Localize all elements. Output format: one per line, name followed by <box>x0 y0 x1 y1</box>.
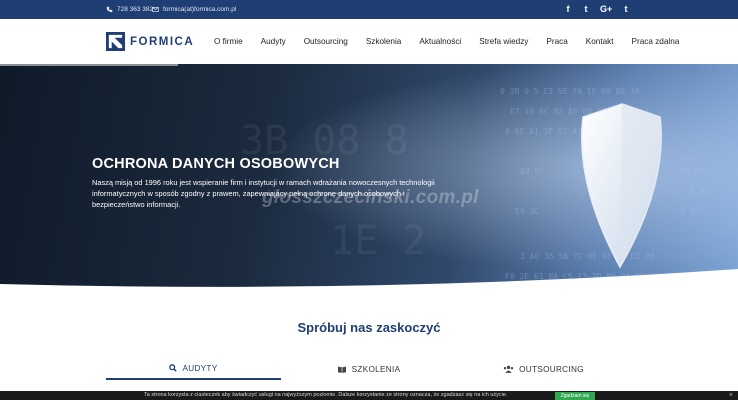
email-address: formica(at)formica.com.pl <box>163 6 237 13</box>
nav-audyty[interactable]: Audyty <box>261 37 286 46</box>
phone-contact[interactable]: 728 363 382 <box>106 6 153 13</box>
hero-banner: 0 3B 0 5 C3 5E 7A 1F 09 B8 3A E7 19 0C 8… <box>0 64 738 296</box>
tab-outsourcing[interactable]: OUTSOURCING <box>456 358 631 380</box>
nav-o-firmie[interactable]: O firmie <box>214 37 243 46</box>
nav-szkolenia[interactable]: Szkolenia <box>366 37 402 46</box>
formica-logo-icon <box>106 32 125 51</box>
hero-title: OCHRONA DANYCH OSOBOWYCH <box>92 156 340 172</box>
section-title: Spróbuj nas zaskoczyć <box>297 320 441 335</box>
users-icon <box>503 365 514 373</box>
book-icon <box>337 366 346 373</box>
cookie-text: Ta strona korzysta z ciasteczek aby świa… <box>144 392 508 398</box>
cookie-bar: Ta strona korzysta z ciasteczek aby świa… <box>0 391 738 400</box>
tumblr-icon[interactable]: t <box>622 4 630 14</box>
search-icon <box>169 364 178 372</box>
nav-praca[interactable]: Praca <box>546 37 567 46</box>
phone-icon <box>106 6 113 13</box>
tab-training[interactable]: SZKOLENIA <box>281 358 456 380</box>
hero-progress-line <box>0 64 178 66</box>
logo-text: FORMICA <box>130 35 195 48</box>
nav-strefa-wiedzy[interactable]: Strefa wiedzy <box>479 37 528 46</box>
top-bar: 728 363 382 formica(at)formica.com.pl f … <box>0 0 738 19</box>
tab-audits[interactable]: AUDYTY <box>106 358 281 380</box>
site-header: FORMICA O firmie Audyty Outsourcing Szko… <box>0 19 738 64</box>
tab-audits-label: AUDYTY <box>182 363 218 373</box>
svg-text:4 0F: 4 0F <box>680 207 699 216</box>
tab-outsourcing-label: OUTSOURCING <box>519 364 584 374</box>
svg-text:8 0C: 8 0C <box>690 187 709 196</box>
svg-text:3 A0 35 5B 7C 0E 9F 41 D3 88: 3 A0 35 5B 7C 0E 9F 41 D3 88 <box>520 252 655 261</box>
social-links: f t G+ t <box>564 4 630 14</box>
phone-number: 728 363 382 <box>117 6 154 13</box>
email-contact[interactable]: formica(at)formica.com.pl <box>152 6 236 13</box>
svg-text:83 9F: 83 9F <box>520 167 544 176</box>
tab-training-label: SZKOLENIA <box>351 364 401 374</box>
cookie-accept-button[interactable]: Zgadzam się <box>555 392 595 400</box>
watermark: głosszczecinski.com.pl <box>262 187 479 208</box>
facebook-icon[interactable]: f <box>564 4 572 14</box>
nav-outsourcing[interactable]: Outsourcing <box>304 37 348 46</box>
svg-text:B3 2E: B3 2E <box>680 167 704 176</box>
service-tabs: AUDYTY SZKOLENIA OUTSOURCING <box>106 358 631 380</box>
nav-aktualnosci[interactable]: Aktualności <box>419 37 461 46</box>
envelope-icon <box>152 7 159 12</box>
svg-text:E9 3C: E9 3C <box>515 207 539 216</box>
close-icon[interactable]: × <box>729 391 733 400</box>
google-plus-icon[interactable]: G+ <box>600 4 612 14</box>
nav-kontakt[interactable]: Kontakt <box>586 37 614 46</box>
main-nav: O firmie Audyty Outsourcing Szkolenia Ak… <box>214 37 697 46</box>
twitter-icon[interactable]: t <box>582 4 590 14</box>
nav-praca-zdalna[interactable]: Praca zdalna <box>632 37 680 46</box>
svg-text:0 3B 0 5 C3 5E 7A 1F 09 B8 3A: 0 3B 0 5 C3 5E 7A 1F 09 B8 3A <box>500 87 640 96</box>
logo[interactable]: FORMICA <box>106 32 194 51</box>
svg-text:1E 2: 1E 2 <box>330 218 426 264</box>
